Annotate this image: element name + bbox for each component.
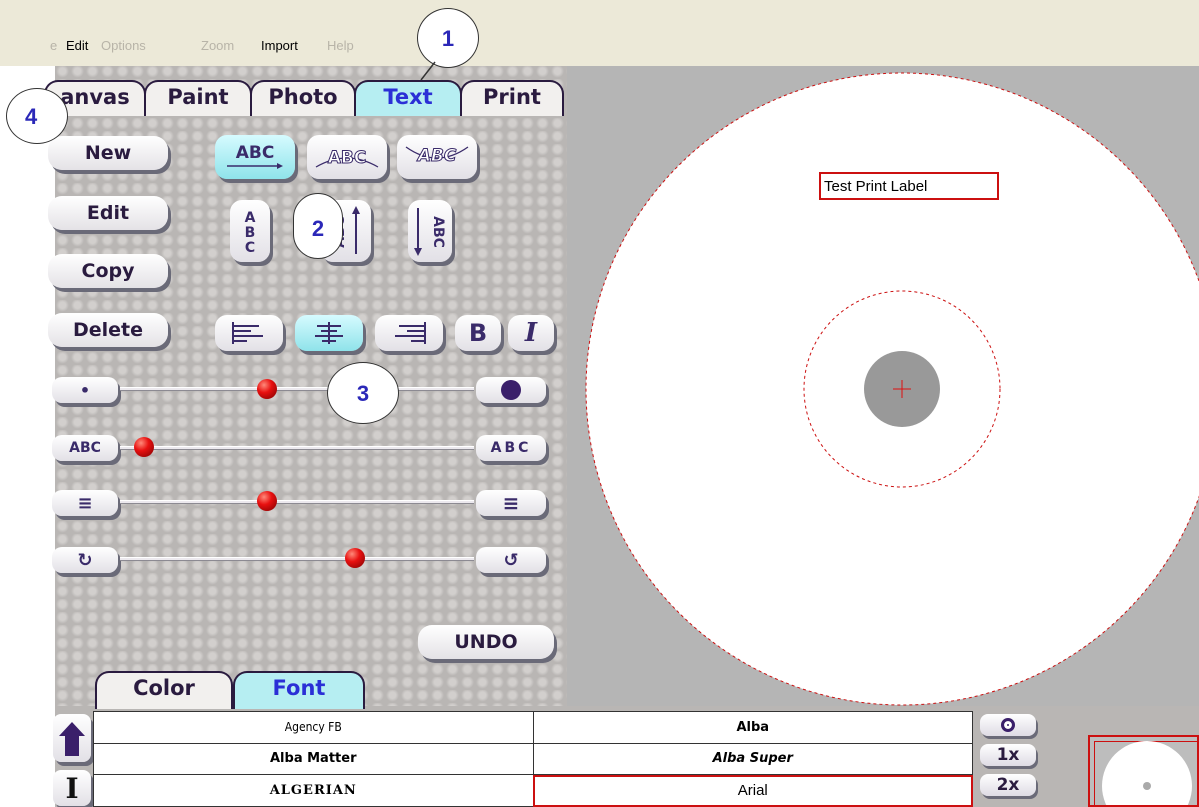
menu-edit[interactable]: Edit (66, 38, 88, 53)
text-arc-down-button[interactable]: ABC (397, 135, 477, 179)
font-item-alba[interactable]: Alba (532, 711, 973, 744)
rotate-ccw-button[interactable]: ↺ (476, 547, 546, 573)
spacing-min-button[interactable]: ABC (52, 435, 118, 461)
font-item-agency-fb[interactable]: Agency FB (93, 711, 534, 744)
tab-color[interactable]: Color (95, 671, 233, 709)
copy-button[interactable]: Copy (48, 254, 168, 288)
size-slider-track[interactable] (120, 387, 474, 391)
tab-paint[interactable]: Paint (144, 80, 252, 116)
spacing-max-button[interactable]: ABC (476, 435, 546, 461)
line-spacing-max-button[interactable]: ≡ (476, 490, 546, 516)
align-right-button[interactable] (375, 315, 443, 351)
arc-up-icon: ABC (315, 148, 379, 169)
app-window: e Edit Options Zoom Import Help anvas Pa… (0, 0, 1199, 807)
align-center-icon (315, 322, 343, 344)
disc-canvas[interactable]: Test Print Label (567, 66, 1199, 706)
menu-bar: e Edit Options Zoom Import Help (0, 0, 1199, 66)
edit-button[interactable]: Edit (48, 196, 168, 230)
line-spacing-min-button[interactable]: ≡ (52, 490, 118, 516)
menu-import[interactable]: Import (261, 38, 298, 53)
table-row: ALGERIAN Arial (93, 774, 973, 807)
new-button[interactable]: New (48, 136, 168, 170)
align-left-button[interactable] (215, 315, 283, 351)
target-icon (1001, 718, 1015, 732)
font-item-alba-matter[interactable]: Alba Matter (93, 742, 534, 776)
text-straight-button[interactable]: ABC (215, 135, 295, 179)
size-min-button[interactable]: • (52, 377, 118, 403)
delete-button[interactable]: Delete (48, 313, 168, 347)
font-item-alba-super[interactable]: Alba Super (532, 742, 973, 776)
arc-up-label: ABC (328, 148, 367, 168)
font-list: Agency FB Alba Alba Matter Alba Super AL… (93, 711, 973, 807)
arc-down-label: ABC (416, 146, 457, 166)
rotate-cw-button[interactable]: ↻ (52, 547, 118, 573)
svg-text:C: C (245, 240, 255, 256)
text-rotate-down-button[interactable]: ABC (408, 200, 452, 262)
scroll-up-button[interactable] (53, 714, 91, 762)
canvas-area: Test Print Label (567, 66, 1199, 706)
text-arc-up-button[interactable]: ABC (307, 135, 387, 179)
tab-font[interactable]: Font (233, 671, 365, 709)
table-row: Agency FB Alba (93, 711, 973, 744)
zoom-2x-button[interactable]: 2x (980, 774, 1036, 796)
callout-3: 3 (327, 362, 399, 424)
zoom-fit-button[interactable] (980, 714, 1036, 736)
menu-help[interactable]: Help (327, 38, 354, 53)
callout-2: 2 (293, 193, 343, 259)
large-dot-icon (501, 380, 521, 400)
align-right-icon (395, 322, 426, 344)
canvas-label-text[interactable]: Test Print Label (824, 178, 927, 195)
size-slider-knob[interactable] (256, 379, 277, 399)
arrow-right-icon (227, 163, 283, 169)
line-spacing-slider-track[interactable] (120, 500, 474, 504)
font-item-arial[interactable]: Arial (532, 774, 973, 807)
callout-4: 4 (6, 88, 68, 144)
align-left-icon (232, 322, 263, 344)
italic-button[interactable]: I (508, 315, 554, 351)
svg-text:B: B (245, 225, 256, 241)
menu-options[interactable]: Options (101, 38, 146, 53)
bold-button[interactable]: B (455, 315, 501, 351)
tab-photo[interactable]: Photo (250, 80, 356, 116)
text-cursor-button[interactable]: I (53, 770, 91, 806)
rotate-down-icon: ABC (414, 208, 446, 256)
vertical-text-icon: A B C (245, 210, 256, 256)
zoom-1x-button[interactable]: 1x (980, 744, 1036, 766)
menu-file[interactable]: e (50, 38, 57, 53)
align-center-button[interactable] (295, 315, 363, 351)
svg-text:A: A (245, 210, 256, 226)
rotation-slider-track[interactable] (120, 557, 474, 561)
preview-thumbnail[interactable] (1088, 735, 1199, 807)
size-max-button[interactable] (476, 377, 546, 403)
preview-hub (1143, 782, 1151, 790)
line-spacing-slider-knob[interactable] (256, 491, 277, 511)
text-straight-label: ABC (235, 143, 275, 163)
rotate-down-label: ABC (430, 216, 446, 248)
font-item-algerian[interactable]: ALGERIAN (93, 774, 534, 807)
callout-1-pointer (420, 61, 436, 81)
spacing-slider-track[interactable] (120, 446, 474, 450)
tab-print[interactable]: Print (460, 80, 564, 116)
arc-down-icon: ABC (405, 146, 469, 167)
text-vertical-button[interactable]: A B C (230, 200, 270, 262)
i-beam-icon: I (65, 771, 79, 805)
menu-zoom[interactable]: Zoom (201, 38, 234, 53)
tab-text[interactable]: Text (354, 80, 462, 116)
callout-1: 1 (417, 8, 479, 68)
undo-button[interactable]: UNDO (418, 625, 554, 659)
arrow-up-icon (59, 722, 85, 756)
table-row: Alba Matter Alba Super (93, 742, 973, 776)
